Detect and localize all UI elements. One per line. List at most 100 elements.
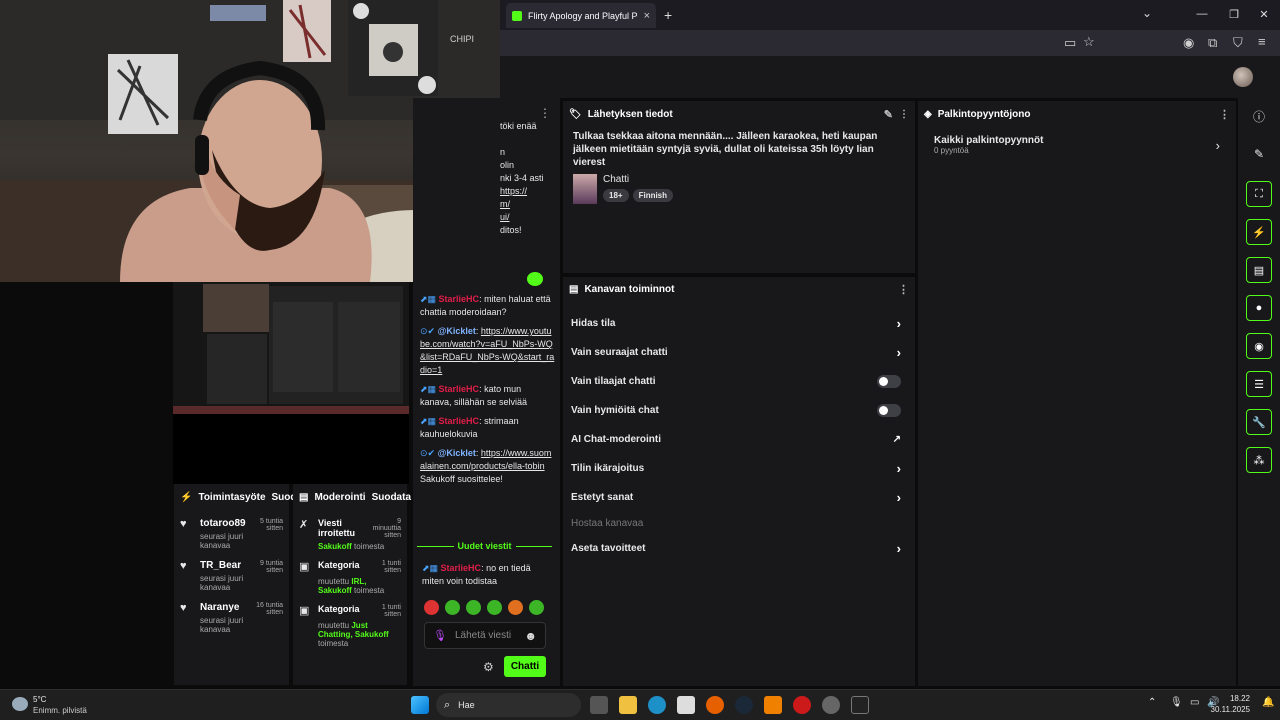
heart-icon: ♥ — [180, 602, 187, 614]
chat-user[interactable]: StarlieHC — [439, 384, 480, 394]
info-icon[interactable]: ⓘ — [1238, 108, 1280, 125]
extensions-icon[interactable]: ⧉ — [1208, 35, 1217, 51]
chat-settings-gear-icon[interactable]: ⚙ — [483, 660, 494, 674]
firefox-icon[interactable] — [706, 696, 724, 714]
emote-green-2-icon[interactable] — [466, 600, 481, 615]
channel-action-row[interactable]: Tilin ikärajoitus › — [563, 454, 909, 483]
crop-icon[interactable]: ⛶ — [1246, 181, 1272, 207]
terminal-icon[interactable] — [851, 696, 869, 714]
user-avatar[interactable] — [1233, 67, 1253, 87]
emote-green-4-icon[interactable] — [529, 600, 544, 615]
clock-time[interactable]: 18.22 — [1230, 694, 1250, 703]
toggle-switch[interactable] — [877, 404, 901, 417]
channel-action-row[interactable]: Hidas tila › — [563, 309, 909, 338]
activity-item[interactable]: ♥ TR_Bear 9 tuntia sitten seurasi juuri kan… — [180, 560, 283, 592]
document-sidebar-icon[interactable]: ▤ — [1246, 257, 1272, 283]
app-menu-icon[interactable]: ≡ — [1258, 34, 1266, 49]
activity-user[interactable]: TR_Bear — [200, 560, 241, 571]
new-tab-button[interactable]: + — [664, 7, 672, 23]
shield-icon[interactable]: ⛉ — [1233, 35, 1243, 51]
chat-user[interactable]: StarlieHC — [439, 294, 480, 304]
moderation-item[interactable]: ✗ Viesti irroitettu 9 minuuttia sitten Saku… — [299, 518, 401, 551]
bookmark-star-icon[interactable]: ☆ — [1083, 34, 1095, 50]
weather-temp[interactable]: 5°C — [33, 695, 46, 704]
emote-green-1-icon[interactable] — [445, 600, 460, 615]
maximize-button[interactable]: ❐ — [1220, 8, 1248, 21]
channel-action-row[interactable]: Vain seuraajat chatti › — [563, 338, 909, 367]
emote-red-icon[interactable] — [424, 600, 439, 615]
toggle-switch[interactable] — [877, 375, 901, 388]
weather-cloud-icon[interactable] — [12, 697, 28, 711]
tray-chevron-icon[interactable]: ⌃ — [1148, 697, 1156, 708]
bolt-sidebar-icon[interactable]: ⚡ — [1246, 219, 1272, 245]
unpin-icon: ✗ — [299, 519, 309, 531]
moderation-actor[interactable]: Sakukoff — [318, 542, 352, 551]
moderation-filter[interactable]: Suodata — [372, 492, 411, 503]
minimize-button[interactable]: — — [1188, 8, 1216, 20]
channel-action-row[interactable]: Vain hymiöitä chat — [563, 396, 909, 425]
channel-action-row[interactable]: Aseta tavoitteet › — [563, 534, 909, 563]
chat-input[interactable]: 🎙 Lähetä viesti ☻ — [424, 622, 546, 649]
broadcast-icon[interactable]: ◉ — [1246, 333, 1272, 359]
clock-date[interactable]: 30.11.2025 — [1211, 705, 1250, 714]
settings-app-icon[interactable] — [822, 696, 840, 714]
chat-user[interactable]: StarlieHC — [441, 563, 482, 573]
vlc-icon[interactable] — [764, 696, 782, 714]
wrench-icon[interactable]: 🔧 — [1246, 409, 1272, 435]
steam-icon[interactable] — [735, 696, 753, 714]
reader-view-icon[interactable]: ▭ — [1064, 35, 1076, 51]
mic-tray-icon[interactable]: 🎙 — [1170, 697, 1183, 708]
chat-user[interactable]: @Kicklet — [438, 326, 476, 336]
channel-action-row[interactable]: Vain tilaajat chatti — [563, 367, 909, 396]
windows-start-icon[interactable] — [411, 696, 429, 714]
pencil-icon[interactable]: ✎ — [1238, 147, 1280, 161]
connections-icon[interactable]: ⁂ — [1246, 447, 1272, 473]
chat-user[interactable]: StarlieHC — [439, 416, 480, 426]
emote-green-3-icon[interactable] — [487, 600, 502, 615]
taskbar-search[interactable]: ⌕ Hae — [436, 693, 581, 717]
activity-item[interactable]: ♥ Naranye 16 tuntia sitten seurasi juuri ka… — [180, 602, 283, 634]
edge-icon[interactable] — [648, 696, 666, 714]
browser-tab[interactable]: Flirty Apology and Playful Plans × — [506, 3, 656, 28]
opera-icon[interactable] — [793, 696, 811, 714]
chat-bubble-icon[interactable]: ● — [1246, 295, 1272, 321]
channel-action-row[interactable]: Estetyt sanat › — [563, 483, 909, 512]
all-requests-row[interactable]: Kaikki palkintopyynnöt 0 pyyntöä › — [918, 127, 1236, 163]
activity-user[interactable]: Naranye — [200, 602, 239, 613]
emote-orange-icon[interactable] — [508, 600, 523, 615]
moderation-item[interactable]: ▣ Kategoria 1 tunti sitten muutettu Just Ch… — [299, 604, 401, 648]
microphone-icon[interactable]: 🎙 — [433, 629, 447, 642]
file-explorer-icon[interactable] — [619, 696, 637, 714]
account-icon[interactable]: ◉ — [1183, 35, 1194, 51]
badge-icon: ⬈▦ — [422, 563, 441, 573]
category-thumbnail[interactable] — [573, 174, 597, 204]
layout-icon[interactable]: ☰ — [1246, 371, 1272, 397]
channel-actions-menu-icon[interactable]: ⋮ — [898, 283, 909, 296]
store-icon[interactable] — [677, 696, 695, 714]
chat-user[interactable]: @Kicklet — [438, 448, 476, 458]
task-view-icon[interactable] — [590, 696, 608, 714]
rewards-menu-icon[interactable]: ⋮ — [1219, 108, 1230, 121]
send-chat-button[interactable]: Chatti — [504, 656, 546, 677]
edit-pencil-icon[interactable]: ✎ — [884, 108, 893, 121]
close-window-button[interactable]: ✕ — [1250, 8, 1278, 21]
tab-close-icon[interactable]: × — [644, 10, 650, 22]
notification-bell-icon[interactable]: 🔔 — [1262, 697, 1274, 708]
tag-chip[interactable]: Finnish — [632, 189, 674, 202]
activity-item[interactable]: ♥ totaroo89 5 tuntia sitten seurasi juuri k… — [180, 518, 283, 550]
activity-user[interactable]: totaroo89 — [200, 518, 246, 529]
channel-action-row[interactable]: Hostaa kanavaa — [563, 512, 909, 534]
category-name[interactable]: Chatti — [603, 174, 673, 185]
tab-list-chevron-icon[interactable]: ⌄ — [1142, 6, 1152, 20]
network-icon[interactable]: ▭ — [1190, 697, 1199, 708]
chat-menu-icon[interactable]: ⋮ — [539, 106, 551, 120]
stream-info-menu-icon[interactable]: ⋮ — [899, 109, 909, 120]
moderation-item[interactable]: ▣ Kategoria 1 tunti sitten muutettu IRL, Sa… — [299, 560, 401, 595]
moderation-desc-post: toimesta — [351, 586, 385, 595]
weather-desc[interactable]: Enimm. pilvistä — [33, 706, 87, 715]
activity-title: Toimintasyöte — [198, 491, 266, 503]
emoji-icon[interactable]: ☻ — [524, 629, 537, 643]
tag-chip[interactable]: 18+ — [603, 189, 629, 202]
channel-action-row[interactable]: AI Chat-moderointi ↗ — [563, 425, 909, 454]
activity-body: TR_Bear 9 tuntia sitten seurasi juuri kana… — [200, 560, 283, 592]
